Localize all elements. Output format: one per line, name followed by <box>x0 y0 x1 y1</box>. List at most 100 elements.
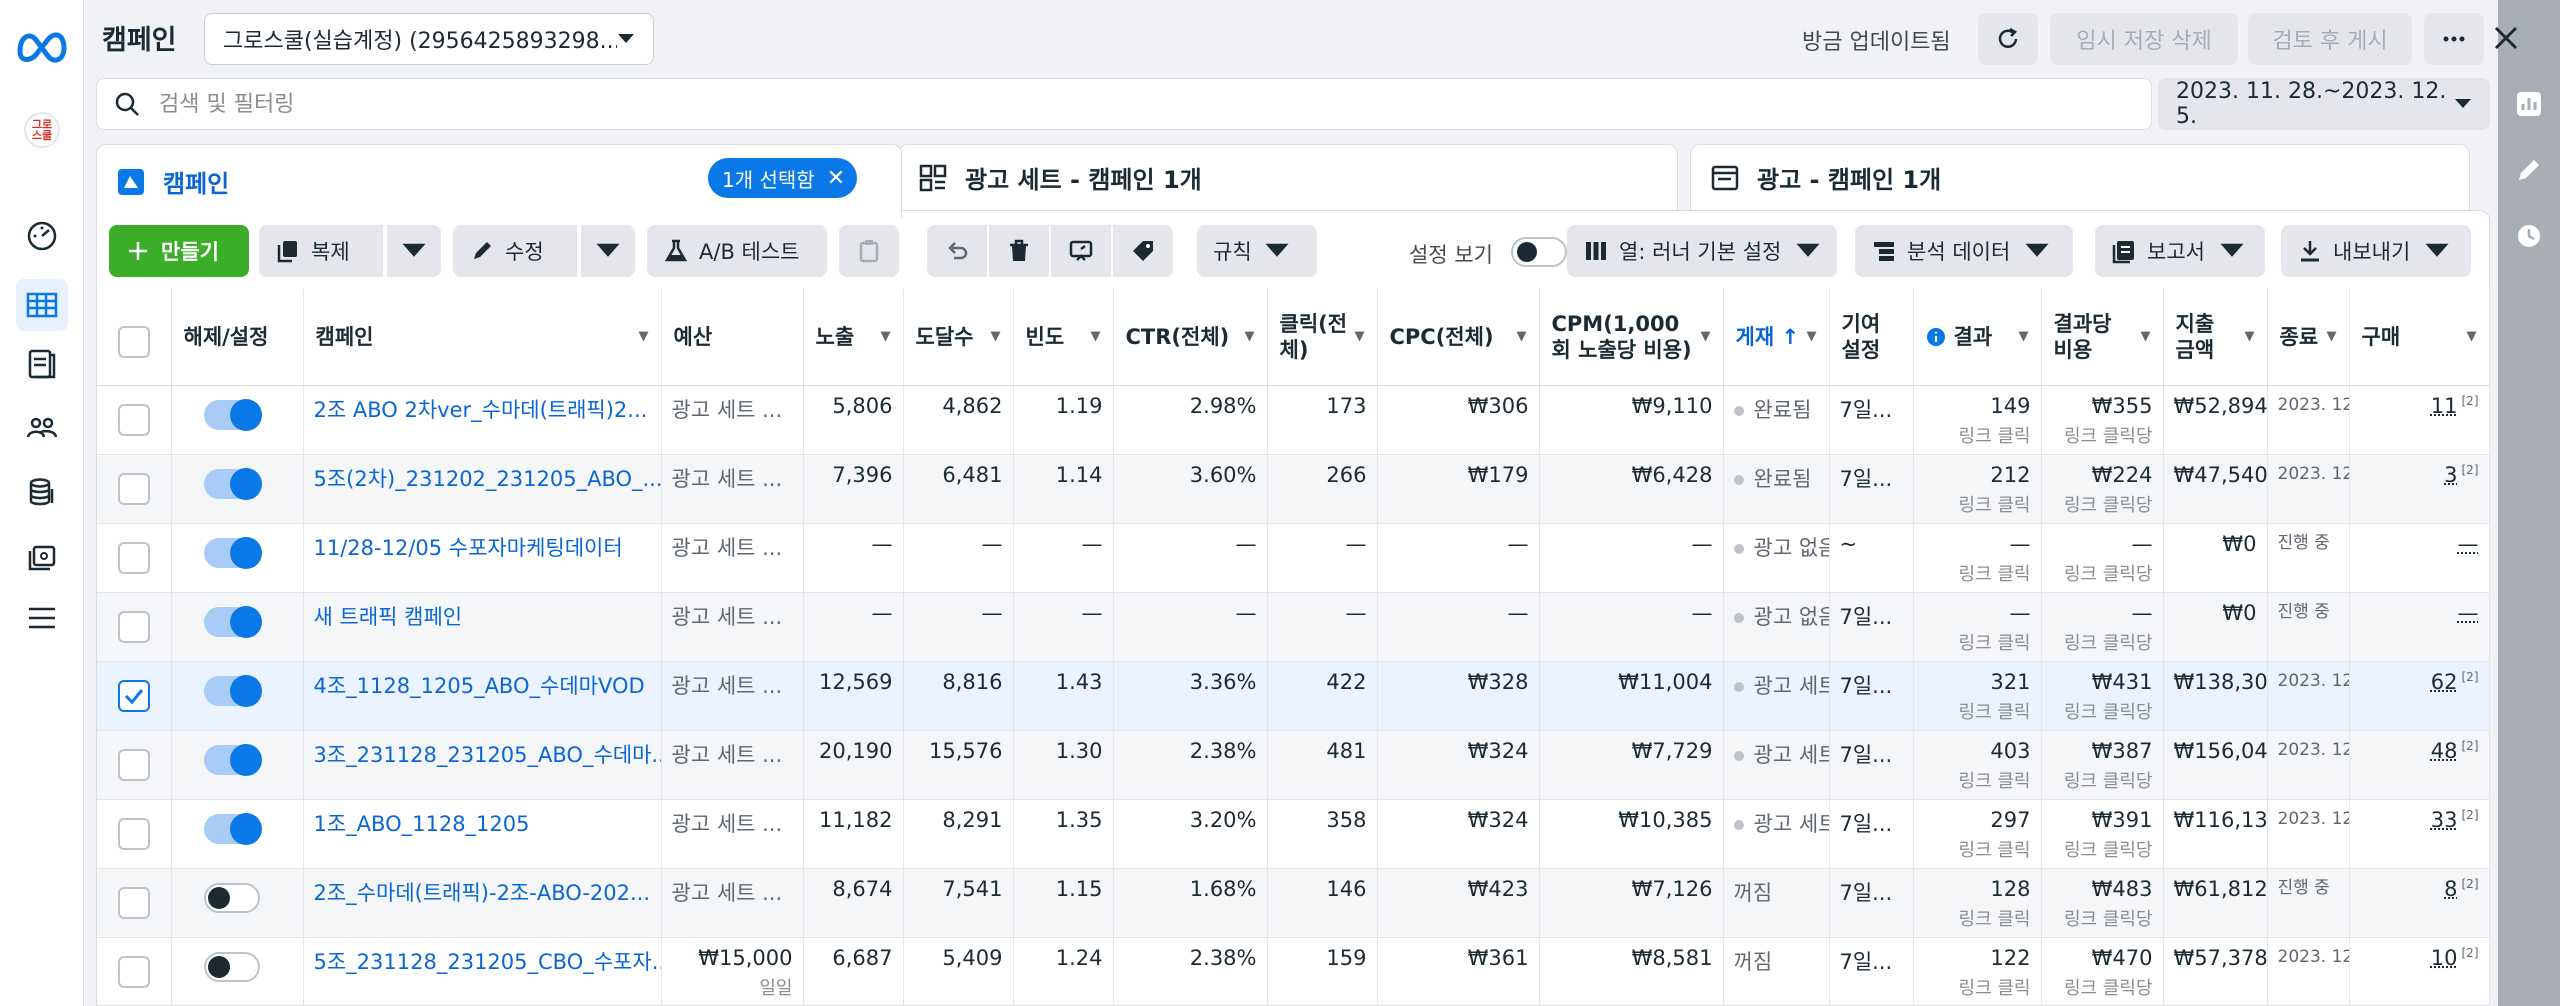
campaign-name-link[interactable]: 5조_231128_231205_CBO_수포자... <box>314 950 661 974</box>
breakdown-button[interactable]: 분석 데이터 <box>1855 225 2073 277</box>
campaign-name-cell[interactable]: 1조_ABO_1128_1205 <box>303 799 662 869</box>
row-select-cell[interactable] <box>97 385 172 455</box>
row-select-cell[interactable] <box>97 454 172 524</box>
budget-cell[interactable]: 광고 세트 ... <box>661 592 804 662</box>
header-campaign[interactable]: 캠페인 ▼ <box>303 289 662 386</box>
delete-button[interactable] <box>989 225 1049 277</box>
campaign-name-link[interactable]: 5조(2차)_231202_231205_ABO_... <box>314 467 661 491</box>
header-impressions[interactable]: 노출 ▼ <box>803 289 904 386</box>
edit-dropdown[interactable] <box>581 225 635 277</box>
rules-button[interactable]: 규칙 <box>1197 225 1317 277</box>
chart-icon[interactable] <box>2505 80 2553 128</box>
purchases-value[interactable]: 8 <box>2444 877 2457 901</box>
campaign-name-cell[interactable]: 5조_231128_231205_CBO_수포자... <box>303 937 662 1006</box>
row-onoff-cell[interactable] <box>171 385 304 455</box>
create-button[interactable]: 만들기 <box>109 225 249 277</box>
meta-logo-icon[interactable] <box>14 22 70 68</box>
menu-icon[interactable] <box>16 592 68 644</box>
campaign-toggle[interactable] <box>203 951 260 982</box>
header-results[interactable]: 결과 ▼ <box>1913 289 2042 386</box>
campaign-toggle[interactable] <box>203 812 262 845</box>
campaign-name-cell[interactable]: 4조_1128_1205_ABO_수데마VOD <box>303 661 662 731</box>
header-attribution[interactable]: 기여 설정 <box>1829 289 1914 386</box>
campaign-toggle[interactable] <box>203 467 262 500</box>
table-row[interactable]: 새 트래픽 캠페인 광고 세트 ... — — — — — — — 광고 없음 7일... — 링크 클… <box>97 592 2490 662</box>
tab-adsets[interactable]: 광고 세트 - 캠페인 1개 <box>898 144 1678 210</box>
row-checkbox[interactable] <box>117 748 150 781</box>
swap-button[interactable] <box>1051 225 1111 277</box>
sort-icon[interactable]: ▼ <box>1091 329 1101 344</box>
table-row[interactable]: 11/28-12/05 수포자마케팅데이터 광고 세트 ... — — — — — — — 광고 … <box>97 523 2490 593</box>
brand-avatar-icon[interactable]: 그로 스쿨 <box>24 112 60 148</box>
campaign-toggle[interactable] <box>203 743 262 776</box>
export-button[interactable]: 내보내기 <box>2281 225 2471 277</box>
pages-icon[interactable] <box>16 338 68 390</box>
selected-count-pill[interactable]: 1개 선택함 ✕ <box>708 158 858 198</box>
sort-icon[interactable]: ▼ <box>2141 329 2151 344</box>
campaign-name-link[interactable]: 1조_ABO_1128_1205 <box>314 812 530 836</box>
budget-cell[interactable]: 광고 세트 ... <box>661 523 804 593</box>
row-checkbox[interactable] <box>117 610 150 643</box>
tab-ads[interactable]: 광고 - 캠페인 1개 <box>1690 144 2470 210</box>
budget-cell[interactable]: 광고 세트 ... <box>661 385 804 455</box>
info-icon[interactable] <box>1926 327 1946 347</box>
clipboard-button[interactable] <box>839 225 899 277</box>
sort-icon[interactable]: ▼ <box>1807 329 1817 344</box>
table-row[interactable]: 5조_231128_231205_CBO_수포자... ₩15,000 일일 6,68… <box>97 937 2490 1006</box>
sort-icon[interactable]: ▼ <box>1245 329 1255 344</box>
purchases-value[interactable]: 33 <box>2431 808 2458 832</box>
header-cpc[interactable]: CPC(전체) ▼ <box>1377 289 1540 386</box>
header-reach[interactable]: 도달수 ▼ <box>903 289 1014 386</box>
edit-button[interactable]: 수정 <box>453 225 577 277</box>
close-icon[interactable] <box>2484 16 2528 60</box>
header-purchases[interactable]: 구매 ▼ <box>2349 289 2490 386</box>
campaign-name-cell[interactable]: 2조_수마데(트래픽)-2조-ABO-202... <box>303 868 662 938</box>
search-input[interactable] <box>159 91 2059 117</box>
row-onoff-cell[interactable] <box>171 868 304 938</box>
row-select-cell[interactable] <box>97 730 172 800</box>
table-row[interactable]: 5조(2차)_231202_231205_ABO_... 광고 세트 ... 7,3… <box>97 454 2490 524</box>
header-clicks[interactable]: 클릭(전체) ▼ <box>1267 289 1378 386</box>
view-setup-toggle[interactable] <box>1511 237 1567 267</box>
duplicate-dropdown[interactable] <box>387 225 441 277</box>
catalog-icon[interactable] <box>16 530 68 582</box>
campaign-toggle[interactable] <box>203 536 262 569</box>
columns-button[interactable]: 열: 러너 기본 설정 <box>1567 225 1837 277</box>
date-range-picker[interactable]: 2023. 11. 28.~2023. 12. 5. <box>2158 78 2490 130</box>
row-onoff-cell[interactable] <box>171 454 304 524</box>
tag-button[interactable] <box>1113 225 1173 277</box>
sort-icon[interactable]: ▼ <box>2245 329 2255 344</box>
row-onoff-cell[interactable] <box>171 799 304 869</box>
sort-icon[interactable]: ▼ <box>2467 329 2477 344</box>
row-onoff-cell[interactable] <box>171 937 304 1006</box>
campaign-name-cell[interactable]: 2조 ABO 2차ver_수마데(트래픽)2... <box>303 385 662 455</box>
purchases-value[interactable]: 10 <box>2431 946 2458 970</box>
select-all-checkbox[interactable] <box>117 325 150 358</box>
table-row[interactable]: 2조_수마데(트래픽)-2조-ABO-202... 광고 세트 ... 8,674 7… <box>97 868 2490 938</box>
campaign-toggle[interactable] <box>203 398 262 431</box>
row-checkbox[interactable] <box>117 817 150 850</box>
refresh-button[interactable] <box>1978 13 2038 65</box>
row-select-cell[interactable] <box>97 661 172 731</box>
more-options-button[interactable] <box>2424 13 2484 65</box>
sort-icon[interactable]: ▼ <box>639 329 649 344</box>
purchases-value[interactable]: 3 <box>2444 463 2457 487</box>
undo-button[interactable] <box>927 225 987 277</box>
row-onoff-cell[interactable] <box>171 592 304 662</box>
sort-icon[interactable]: ▼ <box>2019 329 2029 344</box>
budget-cell[interactable]: ₩15,000 일일 <box>661 937 804 1006</box>
row-select-cell[interactable] <box>97 868 172 938</box>
purchases-value[interactable]: 11 <box>2431 394 2458 418</box>
table-row[interactable]: 2조 ABO 2차ver_수마데(트래픽)2... 광고 세트 ... 5,806 4… <box>97 385 2490 455</box>
edit-icon[interactable] <box>2505 146 2553 194</box>
campaigns-table-icon[interactable] <box>16 279 68 331</box>
header-delivery[interactable]: 게재 ↑ ▼ <box>1723 289 1830 386</box>
row-select-cell[interactable] <box>97 799 172 869</box>
duplicate-button[interactable]: 복제 <box>259 225 383 277</box>
row-select-cell[interactable] <box>97 937 172 1006</box>
header-ctr[interactable]: CTR(전체) ▼ <box>1113 289 1268 386</box>
header-budget[interactable]: 예산 <box>661 289 804 386</box>
sort-icon[interactable]: ▼ <box>2327 329 2337 344</box>
header-cost-per-result[interactable]: 결과당 비용 ▼ <box>2041 289 2164 386</box>
dashboard-icon[interactable] <box>16 210 68 262</box>
